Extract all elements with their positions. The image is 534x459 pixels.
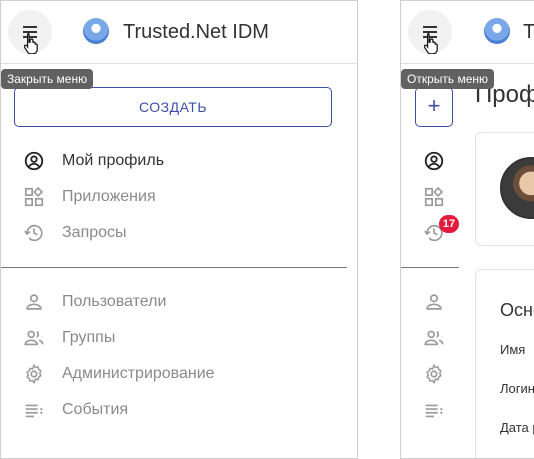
- nav-item-label: Группы: [62, 329, 116, 346]
- nav-item-label: Администрирование: [62, 365, 215, 382]
- nav-divider: [1, 267, 347, 268]
- nav-item-groups[interactable]: Группы: [21, 325, 115, 351]
- app-header: T: [401, 1, 534, 64]
- create-button-collapsed[interactable]: +: [415, 87, 453, 127]
- nav-item-my-profile[interactable]: [421, 148, 447, 174]
- account-circle-icon: [421, 148, 447, 174]
- nav-item-apps[interactable]: Приложения: [21, 184, 156, 210]
- close-menu-tooltip: Закрыть меню: [1, 69, 94, 89]
- nav-item-label: Мой профиль: [62, 152, 165, 169]
- nav-item-events[interactable]: [421, 397, 447, 423]
- settings-gear-icon: [21, 361, 47, 387]
- events-list-icon: [421, 397, 447, 423]
- field-label-birth-date: Дата рождения: [500, 420, 534, 435]
- section-title: Основная информация: [500, 300, 534, 320]
- avatar[interactable]: [500, 157, 534, 219]
- nav-item-events[interactable]: События: [21, 397, 128, 423]
- nav-item-apps[interactable]: [421, 184, 447, 210]
- hand-cursor-icon: [24, 32, 38, 54]
- menu-toggle-button[interactable]: [8, 10, 52, 54]
- group-icon: [21, 325, 47, 351]
- nav-item-users[interactable]: Пользователи: [21, 289, 166, 315]
- person-icon: [21, 289, 47, 315]
- nav-item-label: Запросы: [62, 224, 127, 241]
- app-logo: [83, 18, 109, 44]
- open-menu-tooltip: Открыть меню: [401, 69, 495, 89]
- nav-item-users[interactable]: [421, 289, 447, 315]
- account-circle-icon: [21, 148, 47, 174]
- history-icon: [21, 220, 47, 246]
- menu-toggle-button[interactable]: [408, 10, 452, 54]
- apps-grid-icon: [421, 184, 447, 210]
- app-title: T: [523, 21, 534, 43]
- events-list-icon: [21, 397, 47, 423]
- nav-item-my-profile[interactable]: Мой профиль: [21, 148, 164, 174]
- nav-item-label: Приложения: [62, 188, 156, 205]
- field-label-name: Имя: [500, 342, 526, 357]
- nav-item-label: Пользователи: [62, 293, 167, 310]
- nav-divider: [401, 267, 459, 268]
- profile-header-card: [475, 132, 534, 246]
- nav-item-administration[interactable]: [421, 361, 447, 387]
- nav-item-administration[interactable]: Администрирование: [21, 361, 215, 387]
- person-icon: [421, 289, 447, 315]
- field-label-login: Логин: [500, 381, 534, 396]
- settings-gear-icon: [421, 361, 447, 387]
- app-title: Trusted.Net IDM: [123, 21, 269, 43]
- app-logo: [484, 18, 510, 44]
- nav-item-label: События: [62, 401, 129, 418]
- app-header: Trusted.Net IDM: [1, 1, 357, 64]
- create-button[interactable]: СОЗДАТЬ: [14, 87, 332, 127]
- nav-item-requests[interactable]: Запросы: [21, 220, 127, 246]
- basic-info-card: Основная информация Имя Логин Дата рожде…: [475, 269, 534, 458]
- apps-grid-icon: [21, 184, 47, 210]
- group-icon: [421, 325, 447, 351]
- hand-cursor-icon: [424, 32, 438, 54]
- nav-item-groups[interactable]: [421, 325, 447, 351]
- requests-count-badge: 17: [439, 215, 459, 233]
